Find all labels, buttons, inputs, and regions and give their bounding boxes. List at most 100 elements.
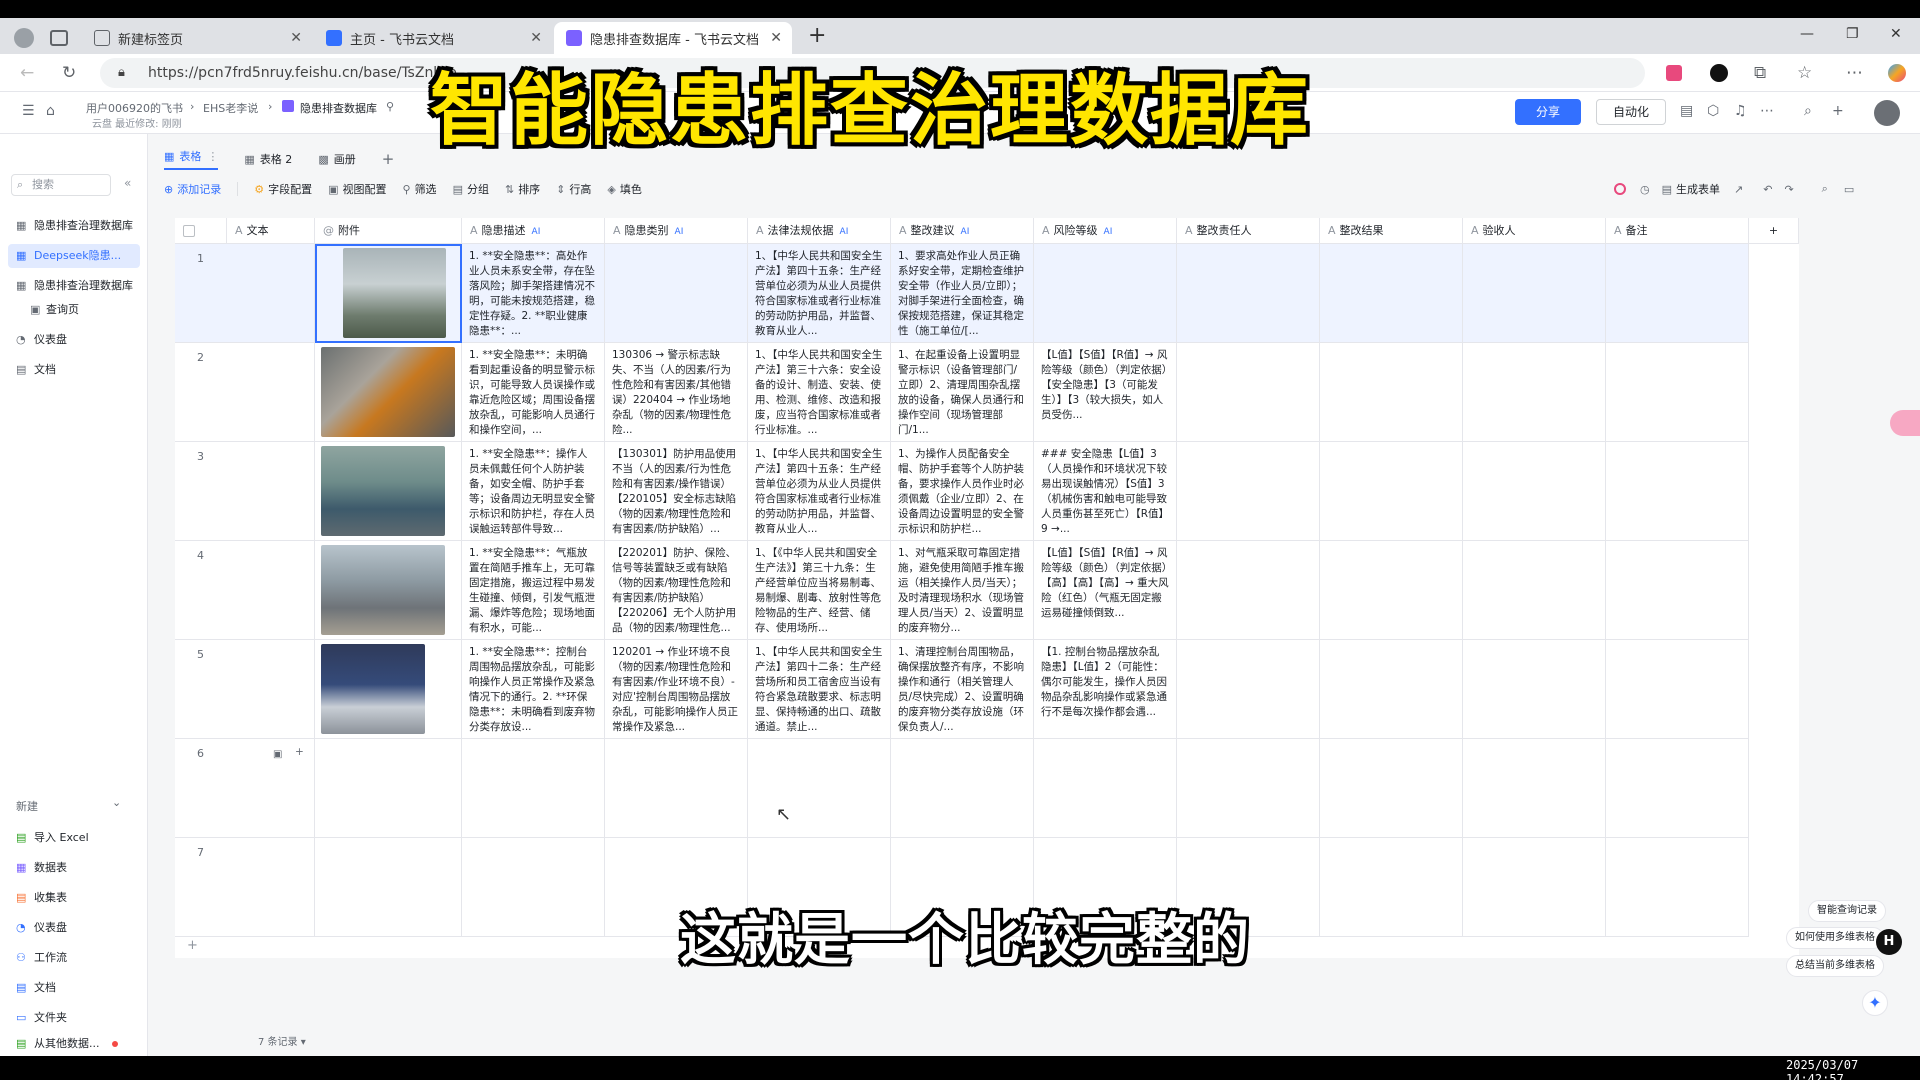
cell-attachment[interactable] <box>315 640 462 739</box>
new-folder[interactable]: ▭ 文件夹 <box>8 1006 140 1030</box>
cell-text[interactable] <box>227 343 315 442</box>
chevron-down-icon[interactable]: ⌄ <box>112 796 121 809</box>
cell-cat[interactable]: 130306 → 警示标志缺失、不当（人的因素/行为性危险和有害因素/其他错误）… <box>605 343 748 442</box>
cell-desc[interactable]: 1. **安全隐患**：高处作业人员未系安全带，存在坠落风险；脚手架搭建情况不明… <box>462 244 605 343</box>
ai-icon[interactable] <box>1614 183 1626 195</box>
cell-text[interactable] <box>227 838 315 937</box>
cell-empty[interactable] <box>1320 838 1463 937</box>
cell-attachment[interactable] <box>315 541 462 640</box>
column-header-10[interactable]: A 备注 <box>1606 218 1749 244</box>
cell-cat[interactable] <box>605 244 748 343</box>
cell-empty[interactable] <box>1463 343 1606 442</box>
cell-empty[interactable] <box>1463 838 1606 937</box>
cell-fix[interactable]: 1、清理控制台周围物品，确保摆放整齐有序，不影响操作和通行（相关管理人员/尽快完… <box>891 640 1034 739</box>
cell-law[interactable]: 1、【中华人民共和国安全生产法】第三十六条：安全设备的设计、制造、安装、使用、检… <box>748 343 891 442</box>
cell-cat[interactable]: 【220201】防护、保险、信号等装置缺乏或有缺陷（物的因素/物理性危险和有害因… <box>605 541 748 640</box>
cell-empty[interactable] <box>1606 838 1749 937</box>
pin-icon[interactable]: ⚲ <box>386 100 394 113</box>
new-form[interactable]: ▤ 收集表 <box>8 886 140 910</box>
new-import-excel[interactable]: ▤ 导入 Excel <box>8 826 140 850</box>
avatar[interactable] <box>1874 100 1900 126</box>
add-record-button[interactable]: ⊕ 添加记录 <box>164 181 221 197</box>
cell-attachment[interactable] <box>315 343 462 442</box>
new-doc[interactable]: ▤ 文档 <box>8 976 140 1000</box>
doc-info-icon[interactable]: ▤ <box>1680 103 1693 119</box>
collapse-sidebar-icon[interactable]: « <box>124 176 131 190</box>
add-row-icon[interactable]: + <box>187 938 198 953</box>
cell-fix[interactable]: 1、为操作人员配备安全帽、防护手套等个人防护装备，要求操作人员作业时必须佩戴（企… <box>891 442 1034 541</box>
table-row[interactable]: 1 1. **安全隐患**：高处作业人员未系安全带，存在坠落风险；脚手架搭建情况不… <box>175 244 1749 343</box>
more-icon[interactable]: ⋯ <box>1760 103 1774 119</box>
cell-law[interactable]: 1、【中华人民共和国安全生产法】第四十五条：生产经营单位必须为从业人员提供符合国… <box>748 442 891 541</box>
cell-empty[interactable] <box>1606 343 1749 442</box>
cell-empty[interactable] <box>1606 640 1749 739</box>
filter-button[interactable]: ⚲ 筛选 <box>403 181 437 197</box>
sort-button[interactable]: ⇅ 排序 <box>505 181 540 197</box>
share-button[interactable]: 分享 <box>1515 99 1581 125</box>
cell-empty[interactable] <box>1177 640 1320 739</box>
comment-icon[interactable]: ▭ <box>1844 183 1854 196</box>
column-header-7[interactable]: A 整改责任人 <box>1177 218 1320 244</box>
generate-form-button[interactable]: ▤ 生成表单 <box>1662 181 1720 197</box>
fill-color-button[interactable]: ◈ 填色 <box>607 181 641 197</box>
cell-risk[interactable] <box>1034 739 1177 838</box>
attachment-photo[interactable] <box>321 347 455 437</box>
add-view-button[interactable]: + <box>382 150 395 168</box>
side-helper-icon[interactable] <box>1890 410 1920 436</box>
view-tab-gallery[interactable]: ▩ 画册 <box>318 151 355 167</box>
table-row[interactable]: 6 ▣ + <box>175 739 1749 838</box>
table-row[interactable]: 4 1. **安全隐患**：气瓶放置在简陋手推车上，无可靠固定措施，搬运过程中易发… <box>175 541 1749 640</box>
cell-empty[interactable] <box>1177 343 1320 442</box>
undo-icon[interactable]: ↶ <box>1763 183 1772 196</box>
share-view-icon[interactable]: ↗ <box>1734 183 1743 196</box>
select-all-checkbox[interactable] <box>175 218 227 244</box>
cell-empty[interactable] <box>1320 640 1463 739</box>
column-header-0[interactable]: A 文本 <box>227 218 315 244</box>
cell-text[interactable] <box>227 541 315 640</box>
attachment-photo[interactable] <box>343 248 446 338</box>
close-tab-icon[interactable]: ✕ <box>530 30 542 46</box>
ai-sparkle-icon[interactable]: ✦ <box>1862 990 1888 1016</box>
column-header-3[interactable]: A 隐患类别 AI <box>605 218 748 244</box>
cell-attachment[interactable] <box>315 244 462 343</box>
sidebar-item-3[interactable]: ▣ 查询页 <box>8 298 140 322</box>
cell-empty[interactable] <box>1320 541 1463 640</box>
more-icon[interactable]: ⋮ <box>207 150 218 163</box>
sidebar-item-2[interactable]: ▦ 隐患排查治理数据库 <box>8 274 140 298</box>
cell-law[interactable] <box>748 739 891 838</box>
sidebar-item-1[interactable]: ▦ Deepseek隐患... <box>8 244 140 268</box>
close-tab-icon[interactable]: ✕ <box>770 30 782 46</box>
cell-text[interactable] <box>227 244 315 343</box>
breadcrumb-2[interactable]: EHS老李说 <box>203 100 258 116</box>
breadcrumb-3[interactable]: 隐患排查数据库 <box>300 100 377 116</box>
cell-empty[interactable] <box>1463 541 1606 640</box>
cell-text[interactable] <box>227 442 315 541</box>
table-row[interactable]: 5 1. **安全隐患**：控制台周围物品摆放杂乱，可能影响操作人员正常操作及紧急… <box>175 640 1749 739</box>
cell-empty[interactable] <box>1320 244 1463 343</box>
cell-empty[interactable] <box>1463 442 1606 541</box>
sidebar-search-input[interactable]: ⌕ 搜索 <box>11 174 111 196</box>
cell-cat[interactable] <box>605 739 748 838</box>
table-row[interactable]: 3 1. **安全隐患**：操作人员未佩戴任何个人防护装备，如安全帽、防护手套等；… <box>175 442 1749 541</box>
plugin-icon[interactable]: ⬡ <box>1707 103 1719 119</box>
cell-fix[interactable]: 1、对气瓶采取可靠固定措施，避免使用简陋手推车搬运（相关操作人员/当天）；及时清… <box>891 541 1034 640</box>
new-workflow[interactable]: ⚇ 工作流 <box>8 946 140 970</box>
cell-desc[interactable]: 1. **安全隐患**：操作人员未佩戴任何个人防护装备，如安全帽、防护手套等；设… <box>462 442 605 541</box>
copilot-icon[interactable] <box>1888 64 1906 82</box>
extension-icon[interactable] <box>1666 65 1682 81</box>
cell-attachment[interactable] <box>315 838 462 937</box>
cell-fix[interactable]: 1、在起重设备上设置明显警示标识（设备管理部门/立即）2、清理周围杂乱摆放的设备… <box>891 343 1034 442</box>
smart-query-button[interactable]: 智能查询记录 <box>1808 900 1886 922</box>
maximize-icon[interactable]: ❐ <box>1846 26 1859 42</box>
cell-empty[interactable] <box>1320 739 1463 838</box>
history-icon[interactable]: ◷ <box>1640 183 1650 196</box>
cell-cat[interactable]: 120201 → 作业环境不良（物的因素/物理性危险和有害因素/作业环境不良）-… <box>605 640 748 739</box>
cell-empty[interactable] <box>1320 442 1463 541</box>
cell-empty[interactable] <box>1177 739 1320 838</box>
new-from-other[interactable]: ▤ 从其他数据... <box>8 1032 140 1056</box>
attachment-photo[interactable] <box>321 545 445 635</box>
tab-actions-icon[interactable] <box>50 30 68 46</box>
column-header-5[interactable]: A 整改建议 AI <box>891 218 1034 244</box>
cell-risk[interactable] <box>1034 244 1177 343</box>
sidebar-toggle-icon[interactable]: ☰ <box>22 103 35 119</box>
